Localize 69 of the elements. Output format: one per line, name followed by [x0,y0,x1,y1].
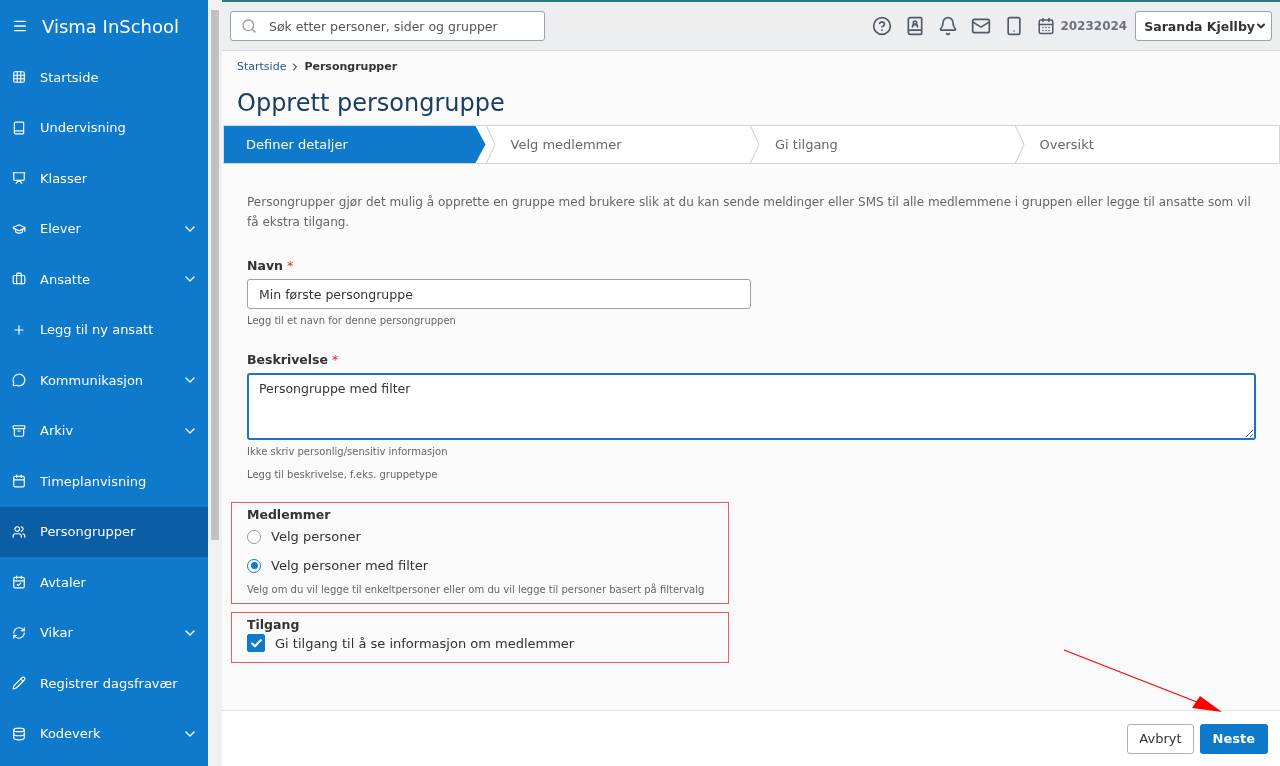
menu-item-icon [12,322,26,337]
menu-item-icon [12,373,26,388]
field-label: Navn [247,258,283,273]
name-field[interactable]: Min første persongruppe [247,279,751,309]
check-icon [249,636,263,650]
step-separator-icon [750,125,760,164]
checkbox-label[interactable]: Gi tilgang til å se informasjon om medlemmer [275,635,575,651]
required-mark: * [286,258,294,273]
menu-item-icon [12,120,26,135]
radio-label[interactable]: Velg personer [271,529,361,544]
menu-item-icon [12,272,26,287]
menu-item-icon [12,676,26,691]
user-menu-button[interactable]: Saranda Kjellby [1135,11,1272,41]
checkbox[interactable] [247,634,265,652]
mail-icon[interactable] [971,16,992,36]
app-title: Visma InSchool [42,15,180,37]
help-icon[interactable] [872,16,893,36]
step-tab[interactable]: Definer detaljer [224,126,486,163]
menu-item-icon [12,625,26,640]
sidebar-item[interactable]: Startside [0,52,208,103]
sidebar-item[interactable]: Ansatte [0,254,208,305]
field-label: Beskrivelse [247,352,329,367]
search-field[interactable]: Søk etter personer, sider og grupper [230,11,545,41]
intro-text: Persongrupper gjør det mulig å opprette en gruppe med brukere slik at du kan sende meldinger eller SMS til alle medlemmene i gruppen eller legge til ansatte som vil få ekstra tilgang. [247,194,1252,231]
menu-item-icon [12,575,26,590]
sidebar-item[interactable]: Kodeverk [0,708,208,759]
menu-item-icon [12,70,26,85]
group-label: Tilgang [247,617,300,632]
step-separator-icon [1014,125,1025,164]
cancel-button[interactable]: Avbryt [1127,723,1194,754]
sidebar-item[interactable]: Elever [0,203,208,254]
sidebar-item[interactable]: Avtaler [0,557,208,608]
bell-icon[interactable] [938,16,959,36]
menu-item-icon [12,171,26,186]
description-field[interactable]: Persongruppe med filter [247,373,1256,440]
school-year[interactable]: 20232024 [1060,19,1128,33]
contacts-icon[interactable] [905,16,926,36]
next-button[interactable]: Neste [1199,723,1268,754]
sidebar-item[interactable]: Klasser [0,153,208,204]
scrollbar[interactable] [208,0,222,766]
sidebar-item[interactable]: Undervisning [0,102,208,153]
group-label: Medlemmer [247,507,331,522]
calendar-icon[interactable] [1037,17,1056,35]
breadcrumb-current: Persongrupper [304,60,398,73]
sidebar-item[interactable]: Vikar [0,607,208,658]
search-icon [241,18,257,34]
menu-icon[interactable] [12,18,28,34]
menu-item-icon [12,524,26,539]
page-title: Opprett persongruppe [237,89,506,117]
step-separator-icon [485,125,496,164]
help-text: Legg til et navn for denne persongruppen [247,315,457,326]
menu-item-icon [12,474,26,489]
menu-item-icon [12,726,26,741]
help-text: Legg til beskrivelse, f.eks. gruppetype [247,469,439,480]
sidebar-item[interactable]: Kommunikasjon [0,355,208,406]
sidebar-item[interactable]: Timeplanvisning [0,456,208,507]
radio-label[interactable]: Velg personer med filter [271,558,429,573]
menu-item-icon [12,423,26,438]
radio-button[interactable] [247,558,261,573]
help-text: Velg om du vil legge til enkeltpersoner eller om du vil legge til personer basert på filtervalg [247,584,706,595]
sidebar-item[interactable]: Arkiv [0,405,208,456]
breadcrumb-link[interactable]: Startside [237,60,287,73]
sidebar-item[interactable]: Legg til ny ansatt [0,304,208,355]
radio-button[interactable] [247,529,261,544]
sidebar-item[interactable]: Persongrupper [0,506,208,557]
required-mark: * [332,352,339,367]
menu-item-icon [12,221,26,236]
help-text: Ikke skriv personlig/sensitiv informasjon [247,446,449,457]
sidebar-item[interactable]: Registrer dagsfravær [0,658,208,709]
